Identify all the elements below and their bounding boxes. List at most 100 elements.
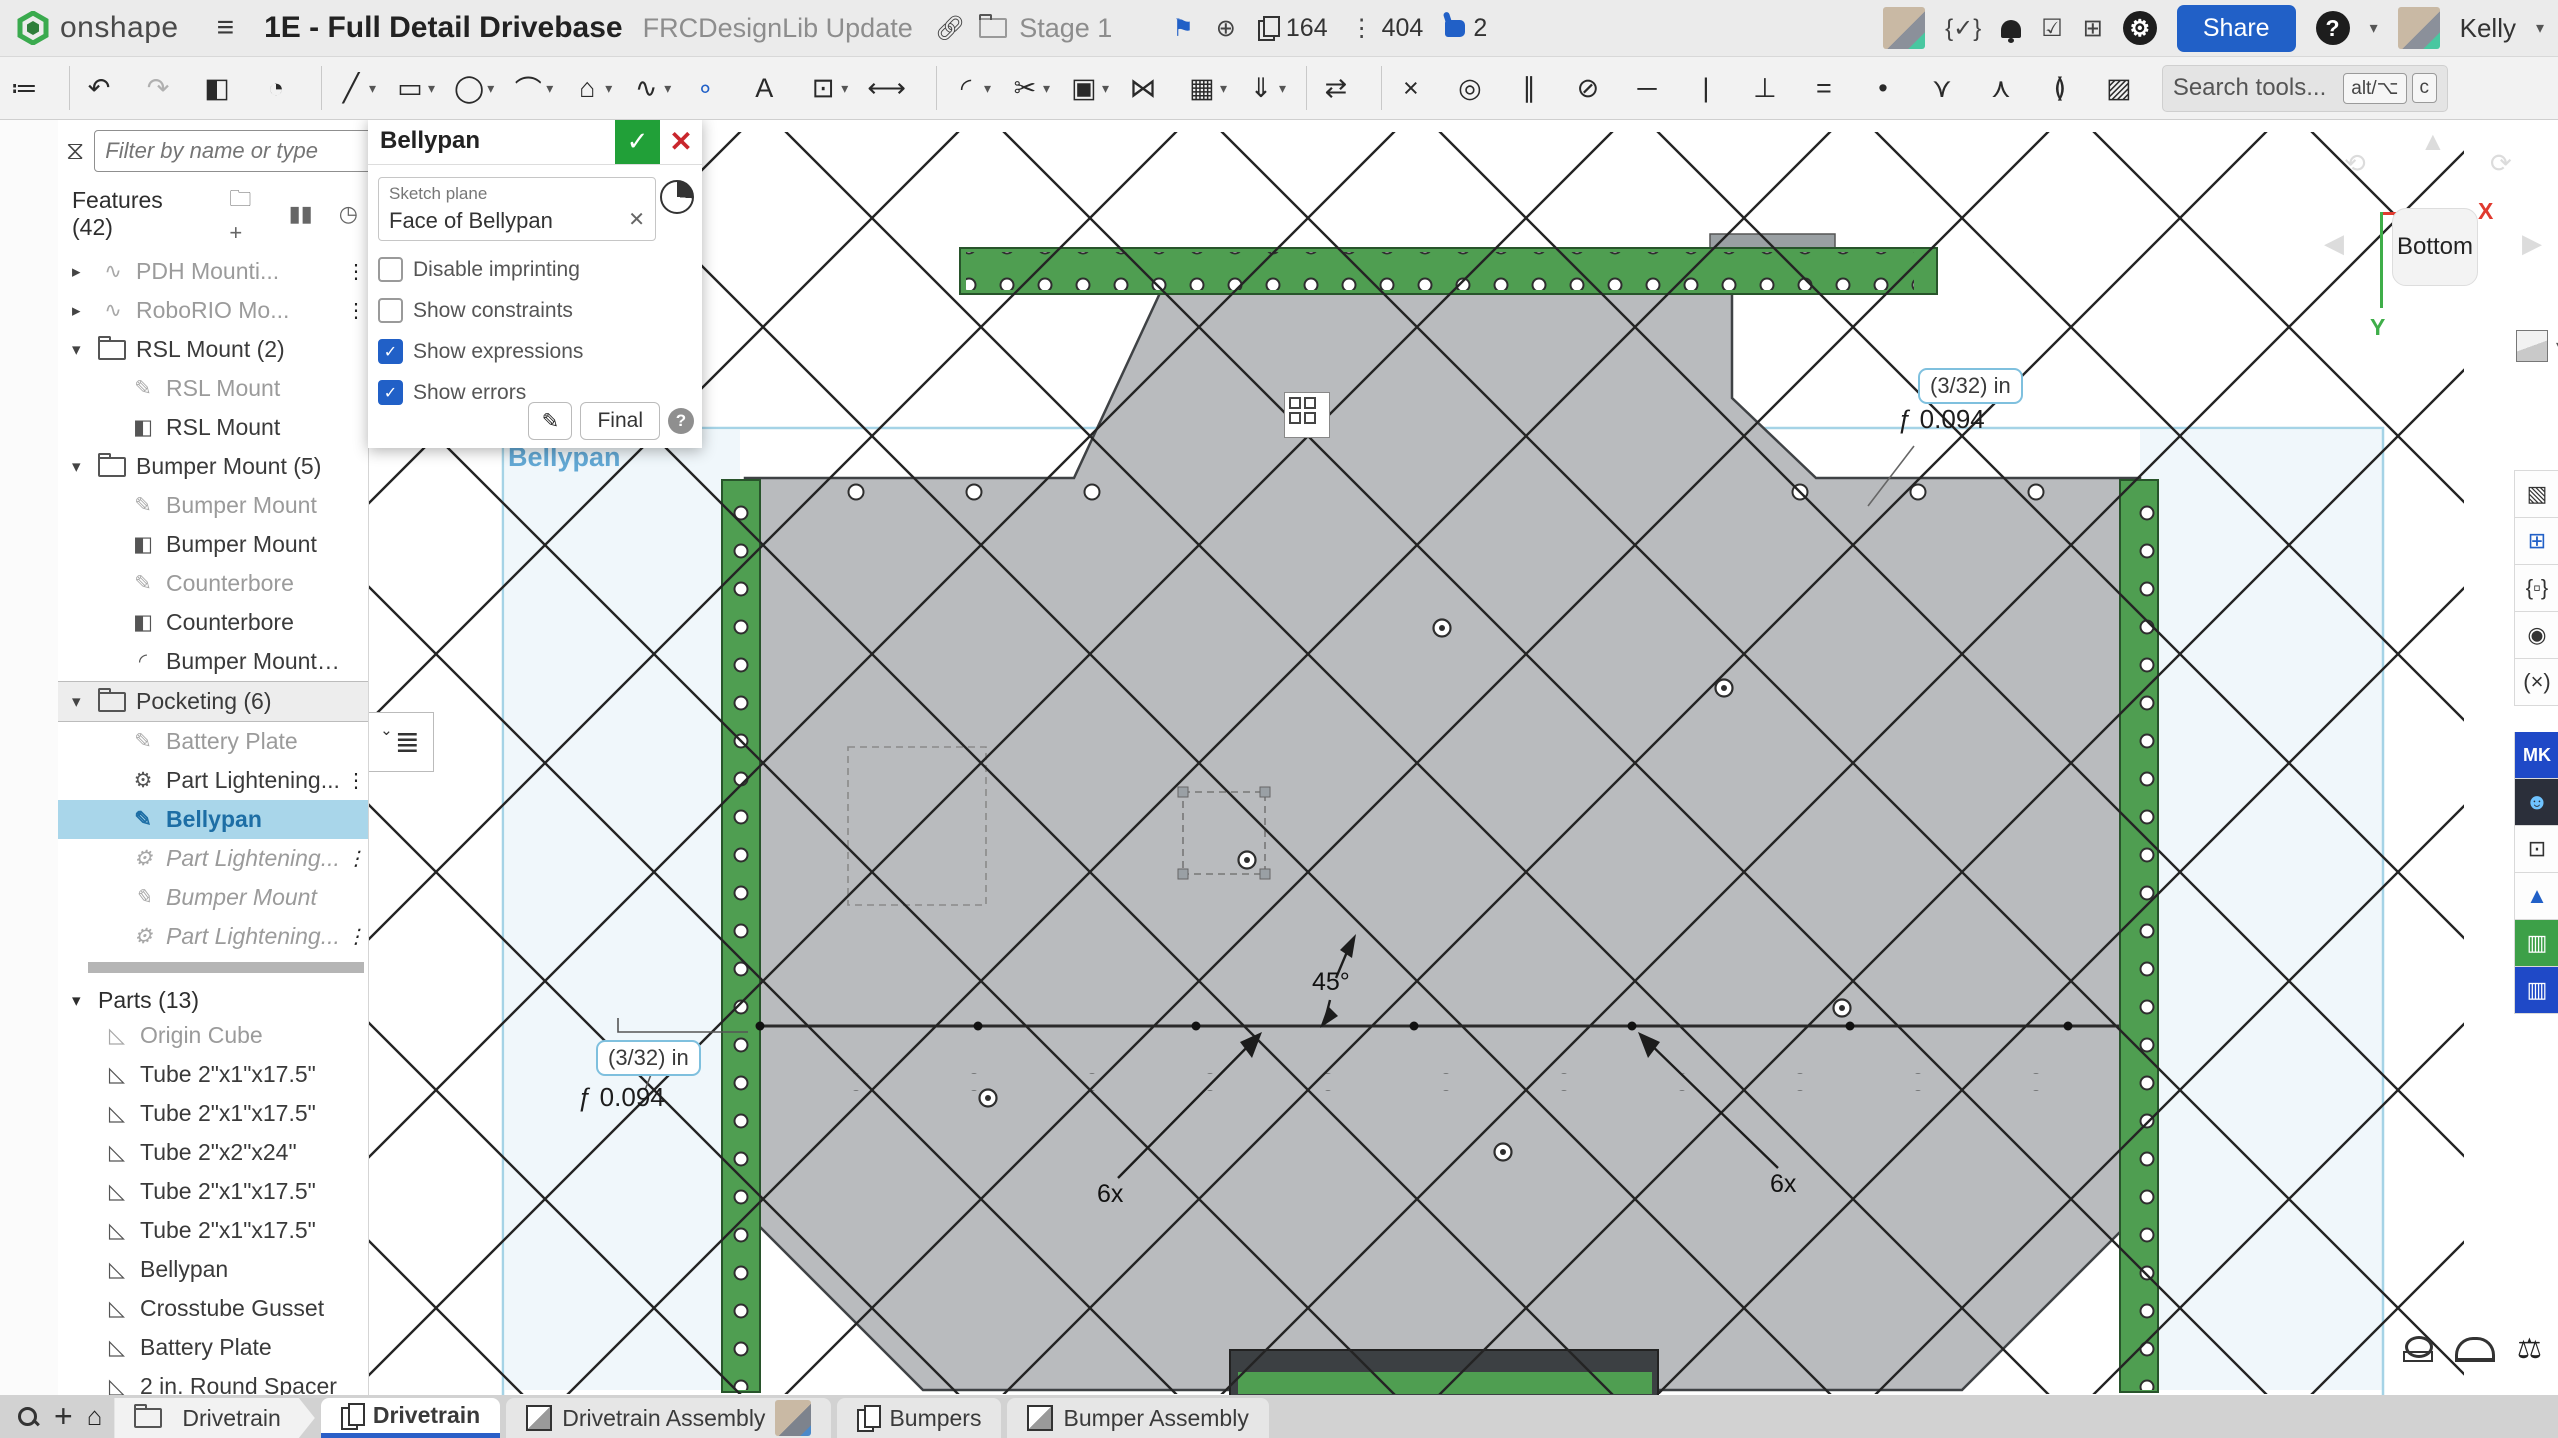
feature-bumper-mount-sketch[interactable]: ✎ Bumper Mount (58, 486, 368, 525)
offset-tool[interactable]: ▣ ▾ (1062, 66, 1119, 110)
feature-bumper-mount-extrude[interactable]: ◧ Bumper Mount (58, 525, 368, 564)
cancel-button[interactable]: ✕ (660, 118, 702, 164)
feature-rsl-mount-sketch[interactable]: ✎ RSL Mount (58, 369, 368, 408)
vertical-constraint[interactable]: | (1684, 66, 1741, 110)
dimension-expression-top[interactable]: (3/32) in (1918, 368, 2023, 404)
dialog-help-icon[interactable]: ? (668, 408, 694, 434)
feature-roborio-mount[interactable]: ▸ ∿ RoboRIO Mo... ⋮ (58, 291, 368, 330)
folder-rsl-mount[interactable]: ▾ RSL Mount (2) (58, 330, 368, 369)
pattern-count-right[interactable]: 6x (1770, 1170, 1796, 1199)
clear-selection-icon[interactable]: ✕ (628, 207, 645, 232)
part-tube-2[interactable]: ◺ Tube 2"x1"x17.5" (58, 1094, 368, 1133)
dimension-tool[interactable]: ⟷ (860, 66, 926, 110)
line-tool[interactable]: ╱ ▾ (321, 66, 386, 110)
featurescript-export-icon[interactable]: (×) (2514, 659, 2558, 706)
redo-button[interactable]: ↷ (136, 66, 193, 110)
render-studio-icon[interactable]: ◉ (2514, 612, 2558, 659)
scale-icon[interactable]: ⚖ (2517, 1336, 2542, 1362)
feature-battery-plate-sketch[interactable]: ✎ Battery Plate (58, 722, 368, 761)
share-button[interactable]: Share (2177, 5, 2296, 52)
feature-part-lightening-3[interactable]: ⚙ Part Lightening... ⋮ (58, 917, 368, 956)
equal-constraint[interactable]: = (1802, 66, 1859, 110)
dialog-checkbox-row[interactable]: ✓Show expressions (378, 339, 692, 364)
sketch-plane-field[interactable]: Sketch plane Face of Bellypan ✕ (378, 177, 656, 241)
filter-input[interactable] (94, 130, 369, 172)
rollback-timer-icon[interactable]: ◷ (339, 201, 358, 227)
rotate-left-arrow-icon[interactable]: ◀ (2324, 228, 2344, 259)
mirror-tool[interactable]: ⋈ (1121, 66, 1178, 110)
help-caret-icon[interactable]: ▾ (2370, 18, 2378, 38)
education-badge-icon[interactable]: ⚑ (1172, 14, 1194, 43)
pierce-constraint[interactable]: ⋏ (1979, 66, 2036, 110)
row-menu-icon[interactable]: ⋮ (346, 298, 368, 323)
feature-bumper-mount-sketch-2[interactable]: ✎ Bumper Mount (58, 878, 368, 917)
part-tube-4[interactable]: ◺ Tube 2"x1"x17.5" (58, 1172, 368, 1211)
appearance-swatches-icon[interactable]: ▧ (2514, 470, 2558, 518)
main-menu-icon[interactable]: ≡ (217, 11, 235, 45)
part-tube-3[interactable]: ◺ Tube 2"x2"x24" (58, 1133, 368, 1172)
public-globe-icon[interactable]: ⊕ (1216, 14, 1236, 43)
text-tool[interactable]: A (742, 66, 799, 110)
alphie-app-icon[interactable]: ▲ (2514, 873, 2558, 920)
expand-chevron-icon[interactable]: ▸ (72, 301, 98, 321)
feature-counterbore-extrude[interactable]: ◧ Counterbore (58, 603, 368, 642)
part-battery-plate[interactable]: ◺ Battery Plate (58, 1328, 368, 1367)
chevron-down-icon[interactable]: ▾ (369, 80, 379, 97)
sketch-view-button[interactable]: ✎ (528, 402, 572, 440)
notifications-bell-icon[interactable] (2001, 20, 2021, 38)
concentric-constraint[interactable]: ◎ (1448, 66, 1505, 110)
folder-pocketing[interactable]: ▾ Pocketing (6) (58, 681, 368, 722)
pattern-tool[interactable]: ▦ ▾ (1180, 66, 1237, 110)
view-cube[interactable]: ▲ ◀ ▶ ⟲ ⟳ X Y Bottom (2320, 130, 2550, 360)
tape-measure-icon[interactable] (2403, 1336, 2433, 1362)
tab-drivetrain-folder[interactable]: Drivetrain (114, 1398, 314, 1438)
tab-drivetrain-assembly[interactable]: Drivetrain Assembly (506, 1398, 831, 1438)
extrude-tool[interactable]: ◧ (195, 66, 252, 110)
angle-dimension-label[interactable]: 45° (1312, 968, 1350, 997)
arc-tool[interactable]: ⌒ ▾ (506, 66, 563, 110)
feature-pdh-mounting[interactable]: ▸ ∿ PDH Mounti... ⋮ (58, 252, 368, 291)
dialog-checkbox-row[interactable]: Show constraints (378, 298, 692, 323)
tree-scrollbar[interactable] (88, 962, 364, 973)
polygon-tool[interactable]: ⌂ ▾ (565, 66, 622, 110)
mk-app-icon[interactable]: MK (2514, 732, 2558, 779)
workspace-label[interactable]: Stage 1 (1019, 13, 1112, 44)
folder-bumper-mount[interactable]: ▾ Bumper Mount (5) (58, 447, 368, 486)
final-button[interactable]: Final (580, 402, 660, 440)
horizontal-constraint[interactable]: ─ (1625, 66, 1682, 110)
undo-button[interactable]: ↶ (69, 66, 134, 110)
pattern-count-left[interactable]: 6x (1097, 1180, 1123, 1209)
appearance-clock-icon[interactable] (660, 180, 694, 214)
part-origin-cube[interactable]: ◺ Origin Cube (58, 1016, 368, 1055)
feature-rsl-mount-extrude[interactable]: ◧ RSL Mount (58, 408, 368, 447)
feature-bumper-mount-fillet[interactable]: ◜ Bumper Mount Fillet (58, 642, 368, 681)
roll-ccw-icon[interactable]: ⟲ (2344, 148, 2366, 179)
circle-tool[interactable]: ◯ ▾ (447, 66, 504, 110)
point-tool[interactable]: ∘ (683, 66, 740, 110)
assistant-robot-icon[interactable]: ☻ (2514, 779, 2558, 826)
rectangle-tool[interactable]: ▭ ▾ (388, 66, 445, 110)
suppress-pause-icon[interactable]: ▮▮ (289, 201, 313, 227)
pattern-widget-icon[interactable] (1284, 392, 1330, 438)
rotate-up-arrow-icon[interactable]: ▲ (2420, 126, 2446, 157)
chevron-down-icon[interactable]: ▾ (984, 80, 994, 97)
document-thumbnail[interactable] (1883, 7, 1925, 49)
row-menu-icon[interactable]: ⋮ (346, 924, 368, 949)
chevron-down-icon[interactable]: ▾ (1220, 80, 1230, 97)
unchecked-checkbox[interactable] (378, 257, 403, 282)
likes-icon[interactable] (1445, 20, 1465, 37)
protractor-icon[interactable] (2455, 1337, 2495, 1362)
feature-part-lightening-2[interactable]: ⚙ Part Lightening... ⋮ (58, 839, 368, 878)
add-tab-button[interactable]: + (54, 1398, 73, 1435)
chevron-down-icon[interactable]: ▾ (428, 80, 438, 97)
view-options-button[interactable]: ▾ (2516, 330, 2558, 362)
expand-chevron-icon[interactable]: ▾ (72, 457, 98, 477)
tab-bumpers[interactable]: Bumpers (837, 1398, 1001, 1438)
feature-list-icon[interactable]: ≔ (2, 66, 59, 110)
featurescript-braces-icon[interactable]: {▫} (2514, 565, 2558, 612)
trim-tool[interactable]: ✂ ▾ (1003, 66, 1060, 110)
chevron-down-icon[interactable]: ▾ (1279, 80, 1289, 97)
expand-chevron-icon[interactable]: ▸ (72, 262, 98, 282)
tangent-constraint[interactable]: ⊘ (1566, 66, 1623, 110)
new-folder-icon[interactable]: 🗀︎+ (229, 182, 262, 246)
